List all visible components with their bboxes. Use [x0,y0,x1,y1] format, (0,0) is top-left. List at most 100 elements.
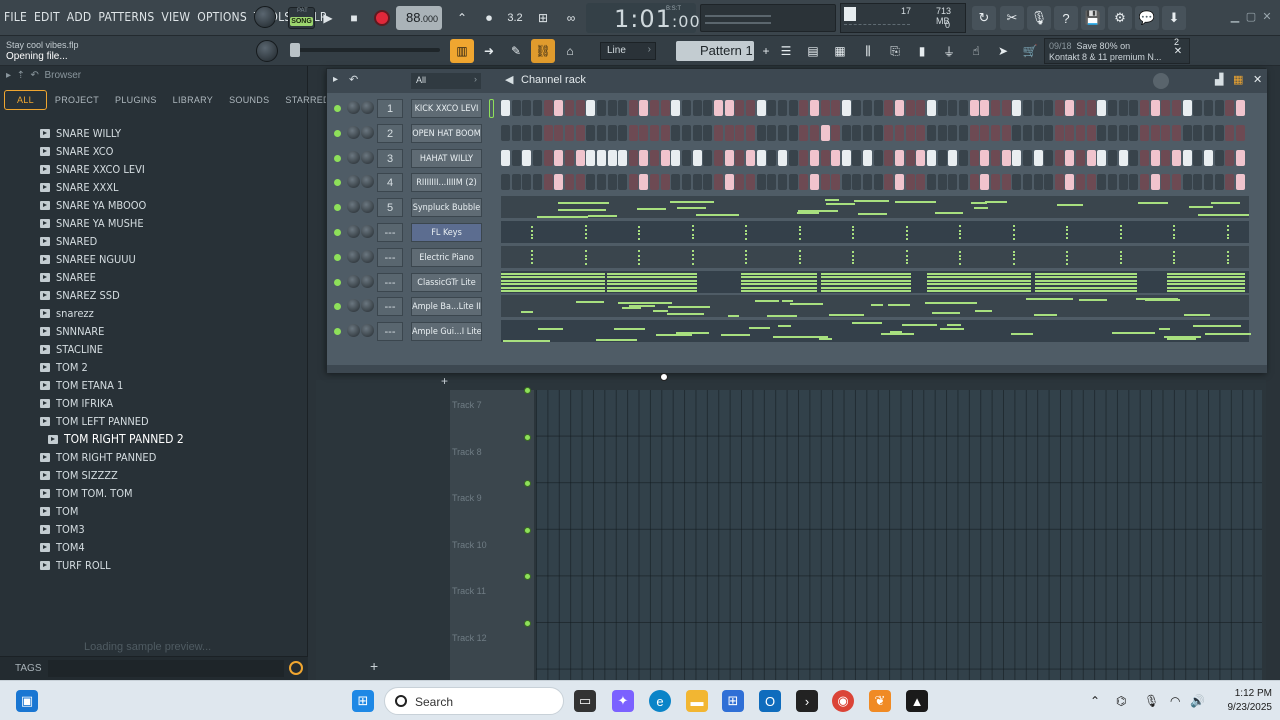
step-button[interactable] [831,124,841,141]
step-button[interactable] [1108,100,1118,116]
step-button[interactable] [873,124,883,141]
volume-knob[interactable] [361,274,374,288]
step-button[interactable] [735,174,745,191]
step-button[interactable] [1129,100,1139,116]
step-button[interactable] [703,124,713,141]
step-button[interactable] [543,149,553,166]
step-button[interactable] [990,174,1000,191]
step-button[interactable] [1033,100,1043,116]
step-button[interactable] [596,100,606,116]
step-button[interactable] [809,174,819,191]
step-button[interactable] [777,174,787,191]
store-icon[interactable]: ⊞ [722,690,744,712]
step-button[interactable] [756,124,766,141]
step-button[interactable] [564,174,574,191]
mute-led-icon[interactable] [334,105,341,112]
step-button[interactable] [937,174,947,191]
track-header[interactable]: Track 9 [450,480,534,529]
step-button[interactable] [799,149,809,166]
step-button[interactable] [958,124,968,141]
minimize-icon[interactable]: ▁ [1228,10,1242,24]
step-button[interactable] [522,149,532,166]
snap-select[interactable]: Line [600,42,656,60]
undo-icon[interactable]: ↻ [972,6,996,30]
step-button[interactable] [1044,149,1054,166]
plug-icon[interactable]: ⏚ [937,39,961,63]
list-item[interactable]: TOM IFRIKA [0,394,300,412]
channel-name-button[interactable]: Electric Piano [411,247,482,267]
mute-led-icon[interactable] [334,328,341,336]
step-button[interactable] [703,174,713,191]
step-button[interactable] [554,124,564,141]
step-button[interactable] [895,124,905,141]
mixer-icon[interactable]: ⫼ [856,39,880,63]
step-button[interactable] [767,100,777,116]
pan-knob[interactable] [347,200,360,214]
step-button[interactable] [1193,174,1203,191]
step-button[interactable] [575,149,585,166]
save-icon[interactable]: 💾 [1081,6,1105,30]
step-button[interactable] [1225,149,1235,166]
step-button[interactable] [788,174,798,191]
step-button[interactable] [1171,124,1181,141]
metronome-icon[interactable]: ⌃ [450,6,474,30]
step-button[interactable] [543,124,553,141]
step-button[interactable] [841,100,851,116]
plugin-manager-icon[interactable]: ⚙ [1108,6,1132,30]
step-button[interactable] [1022,149,1032,166]
step-button[interactable] [1065,149,1075,166]
step-button[interactable] [1182,174,1192,191]
volume-icon[interactable]: 🔊 [1190,694,1205,708]
step-button[interactable] [937,100,947,116]
list-item[interactable]: SNARED [0,232,300,250]
step-button[interactable] [522,174,532,191]
step-button[interactable] [1065,100,1075,116]
step-button[interactable] [1235,174,1245,191]
mixer-track-number[interactable]: 1 [377,99,403,118]
step-button[interactable] [628,174,638,191]
step-button[interactable] [841,149,851,166]
step-button[interactable] [1150,124,1160,141]
master-pitch-knob[interactable] [256,40,278,62]
step-button[interactable] [1044,100,1054,116]
channel-name-button[interactable]: Ample Gui...I Lite [411,322,482,342]
step-button[interactable] [1182,100,1192,116]
step-button[interactable] [671,149,681,166]
step-button[interactable] [554,100,564,116]
list-item[interactable]: TOM [0,502,300,520]
piano-roll-preview[interactable] [501,270,1249,293]
track-enable-icon[interactable] [524,620,531,627]
taskbar-search[interactable]: Search [384,687,564,715]
step-button[interactable] [628,149,638,166]
mixer-track-number[interactable]: 3 [377,148,403,168]
step-button[interactable] [756,149,766,166]
step-button[interactable] [1001,174,1011,191]
step-button[interactable] [671,124,681,141]
copilot-icon[interactable]: ✦ [612,690,634,712]
step-button[interactable] [660,124,670,141]
step-button[interactable] [586,174,596,191]
channel-name-button[interactable]: RIIIIIII...IIIIM (2) [411,173,482,193]
step-button[interactable] [756,174,766,191]
step-button[interactable] [777,100,787,116]
step-button[interactable] [1161,149,1171,166]
widgets-icon[interactable]: ▣ [16,690,38,712]
list-item[interactable]: TOM ETANA 1 [0,376,300,394]
step-button[interactable] [1022,124,1032,141]
menu-file[interactable]: FILE [4,10,27,24]
volume-knob[interactable] [361,299,374,313]
volume-knob[interactable] [361,324,374,338]
menu-patterns[interactable]: PATTERNS [98,10,154,24]
rack-undo-icon[interactable]: ↶ [349,73,358,86]
step-button[interactable] [937,149,947,166]
list-item[interactable]: STACLINE [0,340,300,358]
mute-led-icon[interactable] [334,179,341,187]
step-button[interactable] [628,124,638,141]
step-button[interactable] [639,100,649,116]
step-button[interactable] [969,124,979,141]
step-button[interactable] [884,100,894,116]
pan-knob[interactable] [347,299,360,313]
touch-icon[interactable]: ☝ [964,39,988,63]
step-button[interactable] [1150,149,1160,166]
step-button[interactable] [799,124,809,141]
